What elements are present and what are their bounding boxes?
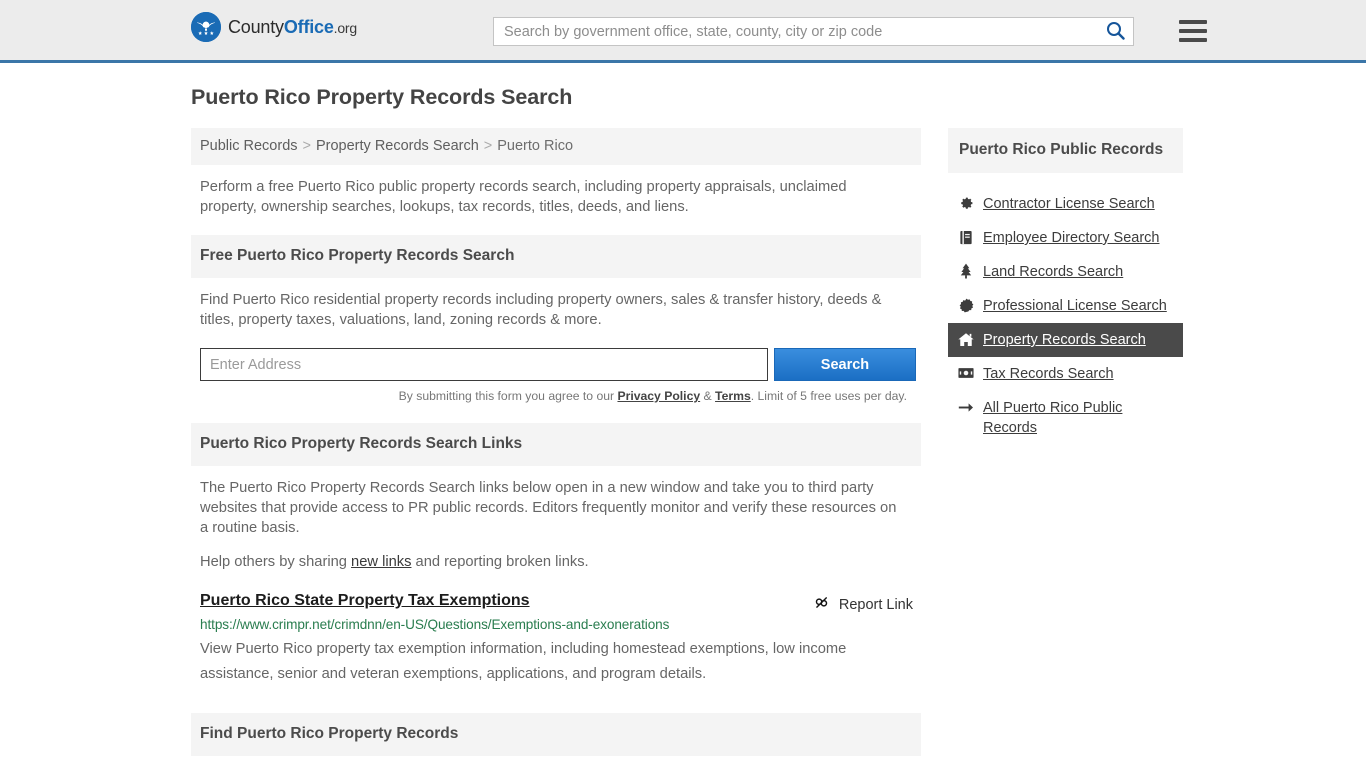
- form-fineprint: By submitting this form you agree to our…: [191, 389, 907, 403]
- broken-link-icon: [813, 594, 830, 615]
- sidebar: Puerto Rico Public Records Contractor Li…: [948, 128, 1183, 445]
- gear-icon: [958, 194, 974, 212]
- free-search-description: Find Puerto Rico residential property re…: [200, 292, 882, 328]
- breadcrumb-item-1[interactable]: Property Records Search: [316, 138, 479, 154]
- sidebar-item-property-records-search[interactable]: Property Records Search: [948, 323, 1183, 357]
- sidebar-list: Contractor License Search Employee Direc…: [948, 187, 1183, 445]
- link-entry: Puerto Rico State Property Tax Exemption…: [200, 592, 916, 687]
- link-entry-title[interactable]: Puerto Rico State Property Tax Exemption…: [200, 592, 530, 610]
- site-header: CountyOffice.org: [0, 0, 1366, 63]
- arrow-right-icon: [958, 398, 974, 416]
- sidebar-item-label: Land Records Search: [983, 264, 1124, 280]
- links-section-paragraph: The Puerto Rico Property Records Search …: [200, 480, 897, 536]
- sidebar-item-contractor-license-search[interactable]: Contractor License Search: [948, 187, 1183, 221]
- sidebar-item-professional-license-search[interactable]: Professional License Search: [948, 289, 1183, 323]
- brand-part-office: Office: [283, 16, 334, 37]
- address-input[interactable]: [200, 348, 768, 381]
- sidebar-item-employee-directory-search[interactable]: Employee Directory Search: [948, 221, 1183, 255]
- certificate-icon: [958, 296, 974, 314]
- search-submit-button[interactable]: [1097, 18, 1133, 45]
- breadcrumb-separator: >: [302, 138, 311, 154]
- report-link-button[interactable]: Report Link: [813, 594, 913, 615]
- privacy-policy-link[interactable]: Privacy Policy: [617, 389, 700, 403]
- global-search-bar[interactable]: [493, 17, 1134, 46]
- sidebar-item-label: Employee Directory Search: [983, 230, 1160, 246]
- book-icon: [958, 228, 974, 246]
- link-entry-url: https://www.crimpr.net/crimdnn/en-US/Que…: [200, 617, 670, 632]
- fineprint-prefix: By submitting this form you agree to our: [398, 389, 618, 403]
- search-icon: [1106, 21, 1125, 43]
- breadcrumb-item-0[interactable]: Public Records: [200, 138, 298, 154]
- sidebar-item-label: Professional License Search: [983, 298, 1167, 314]
- breadcrumb-item-2: Puerto Rico: [497, 138, 574, 154]
- address-search-button[interactable]: Search: [773, 348, 916, 381]
- site-logo-text: CountyOffice.org: [228, 17, 357, 38]
- site-logo[interactable]: CountyOffice.org: [191, 12, 357, 42]
- sidebar-item-all-puerto-rico-public-records[interactable]: All Puerto Rico Public Records: [948, 391, 1183, 445]
- links-help-paragraph: Help others by sharing new links and rep…: [200, 552, 906, 572]
- help-suffix: and reporting broken links.: [411, 554, 589, 570]
- help-prefix: Help others by sharing: [200, 554, 352, 570]
- breadcrumb-separator: >: [483, 138, 493, 154]
- terms-link[interactable]: Terms: [715, 389, 751, 403]
- money-bill-icon: [958, 364, 974, 382]
- main-content: Public Records > Property Records Search > P…: [191, 128, 921, 768]
- brand-part-county: County: [228, 16, 284, 37]
- fineprint-amp: &: [700, 389, 716, 403]
- search-input[interactable]: [494, 18, 1097, 45]
- link-entry-description: View Puerto Rico property tax exemption …: [200, 641, 847, 682]
- brand-part-org: .org: [333, 19, 358, 36]
- free-search-heading: Free Puerto Rico Property Records Search: [191, 235, 921, 278]
- links-section-heading: Puerto Rico Property Records Search Link…: [191, 423, 921, 466]
- sidebar-heading: Puerto Rico Public Records: [948, 128, 1183, 173]
- address-search-form: Search: [200, 348, 916, 381]
- page-title: Puerto Rico Property Records Search: [191, 85, 573, 109]
- sidebar-item-label: All Puerto Rico Public Records: [983, 400, 1123, 436]
- hamburger-menu-icon[interactable]: [1179, 16, 1209, 46]
- home-icon: [958, 330, 974, 348]
- new-links-link[interactable]: new links: [351, 554, 411, 570]
- sidebar-item-label: Property Records Search: [983, 332, 1146, 348]
- fineprint-suffix: . Limit of 5 free uses per day.: [750, 389, 907, 403]
- breadcrumb: Public Records > Property Records Search > P…: [191, 128, 921, 165]
- eagle-emblem-icon: [191, 12, 221, 42]
- sidebar-item-land-records-search[interactable]: Land Records Search: [948, 255, 1183, 289]
- tree-icon: [958, 262, 974, 280]
- intro-paragraph: Perform a free Puerto Rico public proper…: [200, 179, 847, 215]
- sidebar-item-label: Tax Records Search: [983, 366, 1114, 382]
- find-section-heading: Find Puerto Rico Property Records: [191, 713, 921, 756]
- sidebar-item-tax-records-search[interactable]: Tax Records Search: [948, 357, 1183, 391]
- report-link-label: Report Link: [838, 596, 913, 613]
- sidebar-item-label: Contractor License Search: [983, 196, 1155, 212]
- page-container: Puerto Rico Property Records Search Publ…: [183, 63, 1183, 768]
